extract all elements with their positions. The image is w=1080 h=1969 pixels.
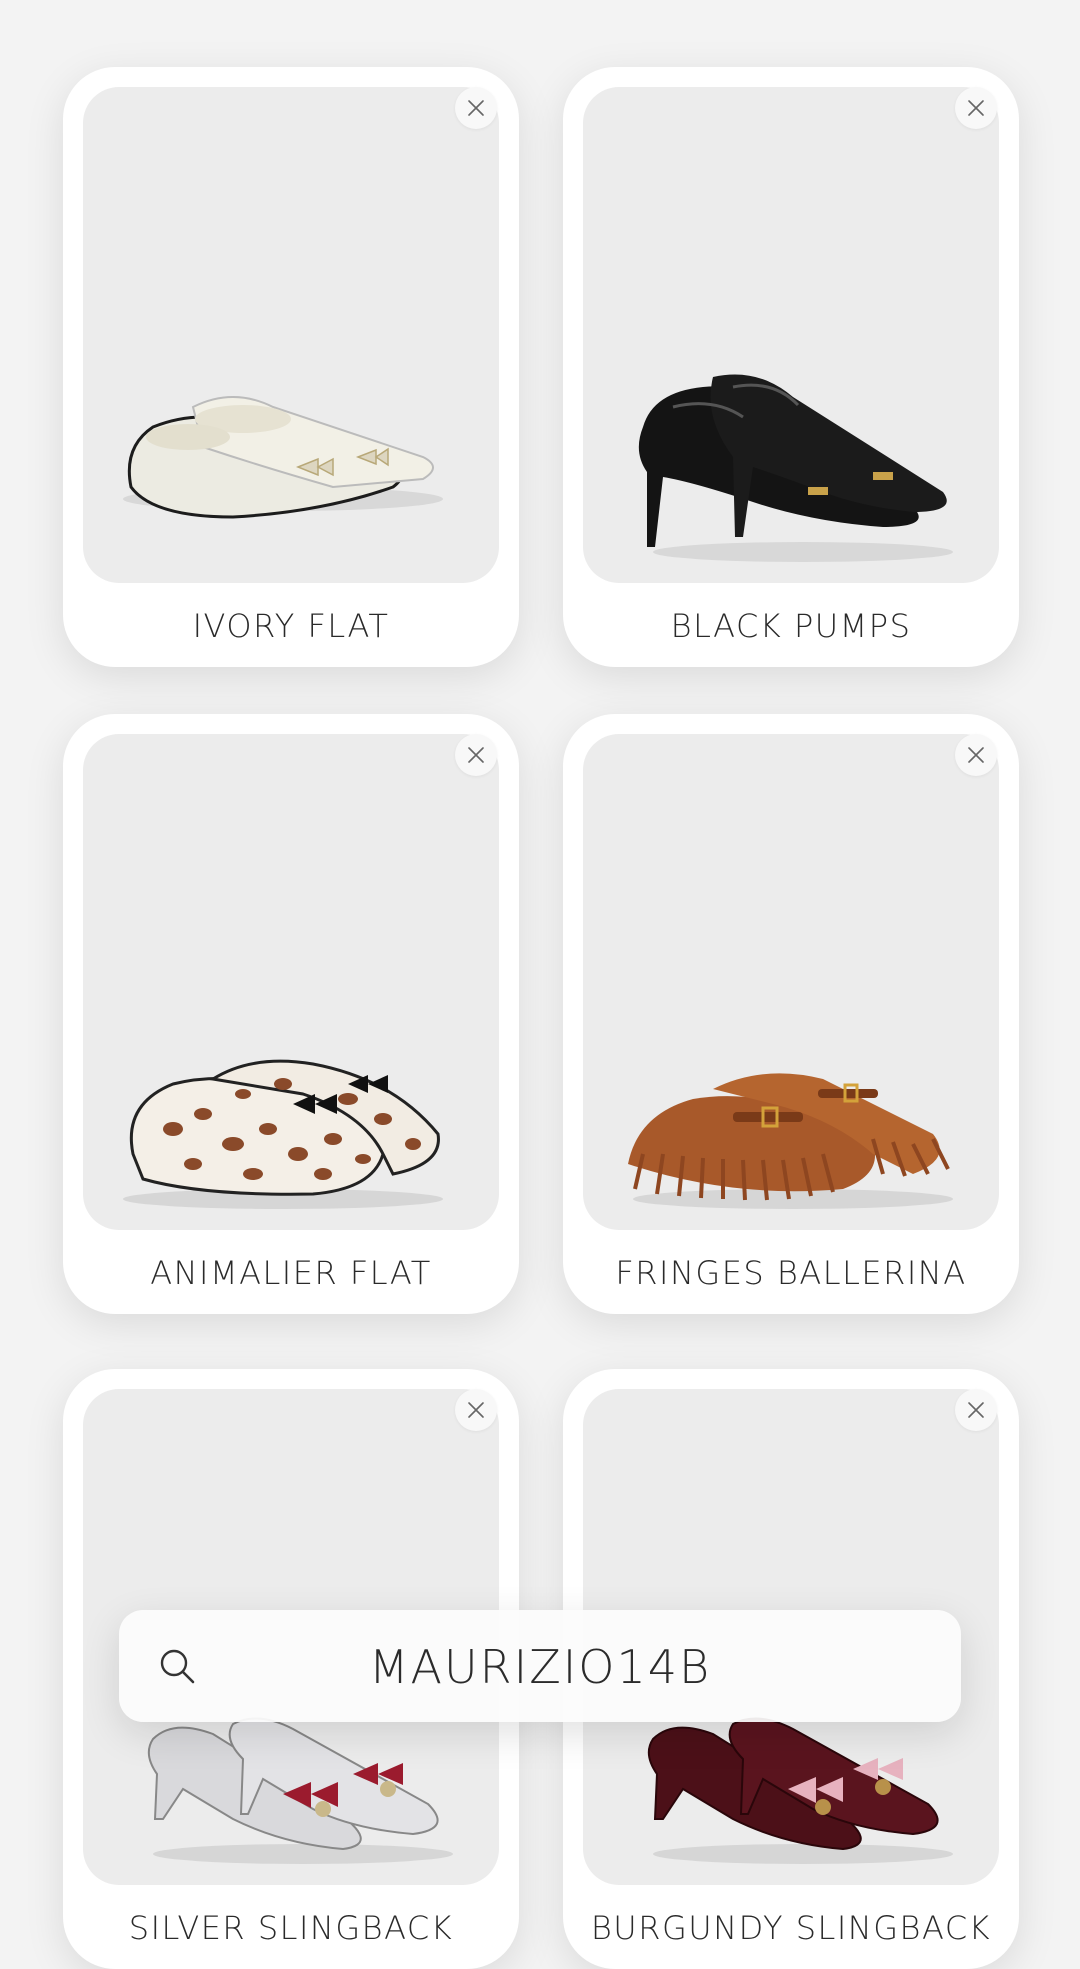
close-icon	[968, 100, 984, 116]
product-image[interactable]	[83, 734, 499, 1230]
remove-button[interactable]	[455, 87, 497, 129]
fringes-ballerina-image	[628, 1073, 953, 1209]
product-card-ivory-flat[interactable]: IVORY FLAT	[63, 67, 519, 667]
close-icon	[468, 1402, 484, 1418]
remove-button[interactable]	[955, 87, 997, 129]
product-card-animalier-flat[interactable]: ANIMALIER FLAT	[63, 714, 519, 1314]
remove-button[interactable]	[955, 734, 997, 776]
search-bar[interactable]: MAURIZIO14B	[119, 1610, 961, 1722]
product-image[interactable]	[583, 87, 999, 583]
product-name: IVORY FLAT	[192, 607, 390, 645]
brand-logo-text: MAURIZIO14B	[368, 1640, 712, 1694]
close-icon	[968, 1402, 984, 1418]
close-icon	[968, 747, 984, 763]
ivory-flat-image	[123, 396, 443, 519]
remove-button[interactable]	[955, 1389, 997, 1431]
close-icon	[468, 100, 484, 116]
product-image[interactable]	[83, 87, 499, 583]
animalier-flat-image	[123, 1059, 443, 1209]
product-card-black-pumps[interactable]: BLACK PUMPS	[563, 67, 1019, 667]
product-card-fringes-ballerina[interactable]: FRINGES BALLERINA	[563, 714, 1019, 1314]
product-name: FRINGES BALLERINA	[615, 1254, 967, 1292]
product-name: BLACK PUMPS	[670, 607, 912, 645]
product-name: BURGUNDY SLINGBACK	[590, 1909, 992, 1947]
remove-button[interactable]	[455, 1389, 497, 1431]
close-icon	[468, 747, 484, 763]
remove-button[interactable]	[455, 734, 497, 776]
product-name: ANIMALIER FLAT	[150, 1254, 432, 1292]
product-image[interactable]	[583, 734, 999, 1230]
product-name: SILVER SLINGBACK	[128, 1909, 454, 1947]
black-pumps-image	[638, 374, 953, 562]
